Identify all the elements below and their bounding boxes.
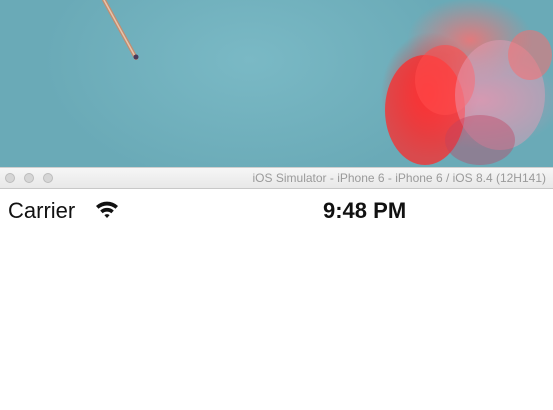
minimize-window-button[interactable]	[24, 173, 34, 183]
desktop: iOS Simulator - iPhone 6 - iPhone 6 / iO…	[0, 0, 553, 410]
simulator-title-bar[interactable]: iOS Simulator - iPhone 6 - iPhone 6 / iO…	[0, 167, 553, 189]
desktop-wallpaper	[0, 0, 553, 167]
wifi-icon	[95, 199, 119, 219]
zoom-window-button[interactable]	[43, 173, 53, 183]
carrier-label: Carrier	[8, 198, 76, 223]
status-time: 9:48 PM	[323, 198, 407, 223]
status-bar: Carrier 9:48 PM	[0, 189, 553, 231]
wallpaper-artwork	[102, 0, 552, 165]
ios-screen[interactable]: Carrier 9:48 PM	[0, 189, 553, 410]
app-content-area[interactable]	[0, 231, 553, 410]
close-window-button[interactable]	[5, 173, 15, 183]
window-title: iOS Simulator - iPhone 6 - iPhone 6 / iO…	[252, 171, 546, 185]
